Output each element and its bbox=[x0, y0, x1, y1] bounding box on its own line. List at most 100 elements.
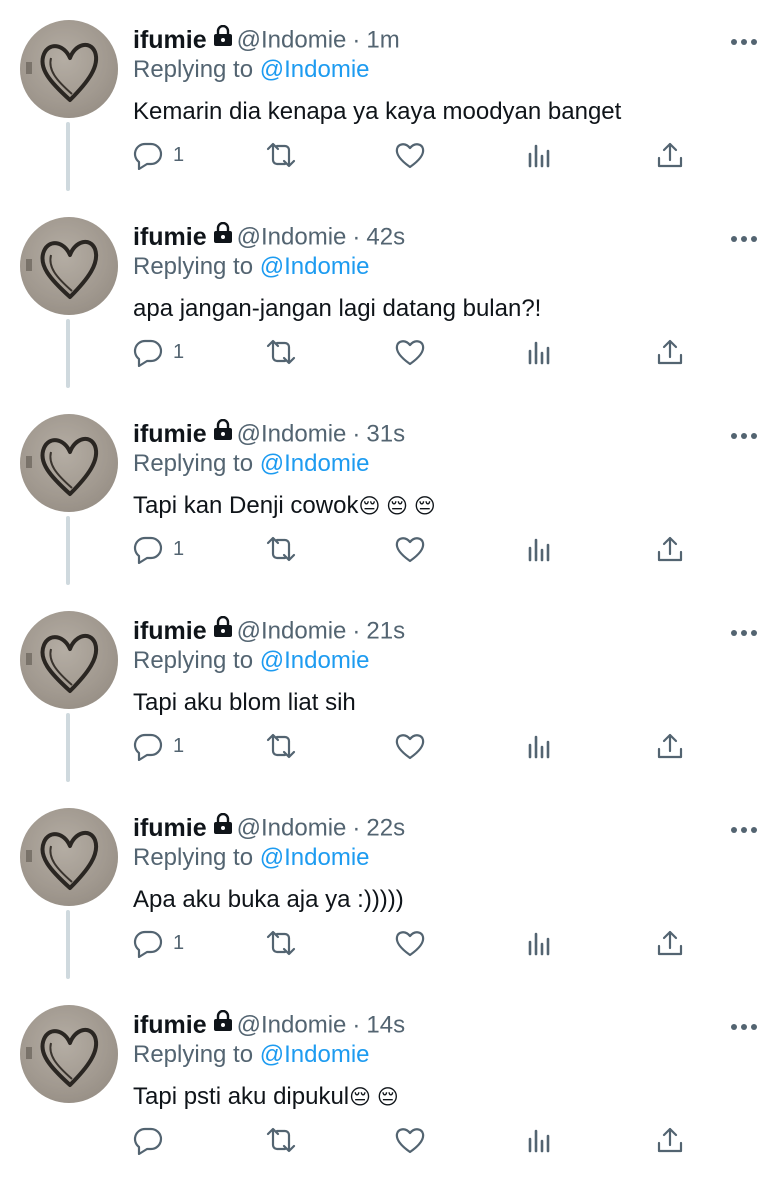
like-button[interactable] bbox=[394, 928, 426, 964]
replying-to: Replying to @Indomie bbox=[133, 844, 370, 872]
timestamp[interactable]: 22s bbox=[366, 815, 405, 842]
action-bar: 1 bbox=[0, 337, 784, 377]
retweet-icon bbox=[264, 534, 298, 564]
reply-button[interactable]: 1 bbox=[133, 928, 184, 964]
lock-icon bbox=[213, 221, 233, 249]
like-button[interactable] bbox=[394, 731, 426, 767]
replying-handle-link[interactable]: @Indomie bbox=[260, 450, 370, 477]
timestamp[interactable]: 31s bbox=[366, 421, 405, 448]
more-icon[interactable] bbox=[730, 231, 758, 242]
tweet-emoji: 😔 😔 😔 bbox=[358, 495, 436, 518]
analytics-button[interactable] bbox=[526, 1125, 554, 1161]
replying-handle-link[interactable]: @Indomie bbox=[260, 253, 370, 280]
replying-prefix: Replying to bbox=[133, 450, 260, 477]
username[interactable]: @Indomie bbox=[237, 815, 347, 842]
replying-to: Replying to @Indomie bbox=[133, 56, 370, 84]
replying-prefix: Replying to bbox=[133, 1041, 260, 1068]
username[interactable]: @Indomie bbox=[237, 1012, 347, 1039]
more-icon[interactable] bbox=[730, 1019, 758, 1030]
analytics-button[interactable] bbox=[526, 140, 554, 176]
retweet-icon bbox=[264, 140, 298, 170]
tweet[interactable]: ifumie @Indomie · 21s Replying to @Indomie … bbox=[0, 591, 784, 788]
retweet-button[interactable] bbox=[264, 140, 298, 176]
share-icon bbox=[656, 928, 684, 958]
replying-handle-link[interactable]: @Indomie bbox=[260, 647, 370, 674]
retweet-icon bbox=[264, 1125, 298, 1155]
share-icon bbox=[656, 731, 684, 761]
reply-icon bbox=[133, 534, 163, 564]
action-bar: 1 bbox=[0, 534, 784, 574]
reply-button[interactable]: 1 bbox=[133, 534, 184, 570]
username[interactable]: @Indomie bbox=[237, 421, 347, 448]
avatar[interactable] bbox=[20, 217, 118, 315]
share-button[interactable] bbox=[656, 1125, 684, 1161]
username[interactable]: @Indomie bbox=[237, 27, 347, 54]
tweet[interactable]: ifumie @Indomie · 14s Replying to @Indomie … bbox=[0, 985, 784, 1182]
avatar[interactable] bbox=[20, 20, 118, 118]
reply-count: 1 bbox=[173, 932, 185, 954]
reply-button[interactable]: 1 bbox=[133, 140, 184, 176]
retweet-button[interactable] bbox=[264, 534, 298, 570]
replying-handle-link[interactable]: @Indomie bbox=[260, 844, 370, 871]
separator-dot: · bbox=[352, 617, 361, 645]
avatar[interactable] bbox=[20, 611, 118, 709]
share-icon bbox=[656, 140, 684, 170]
reply-button[interactable] bbox=[133, 1125, 163, 1161]
like-icon bbox=[394, 337, 426, 367]
share-icon bbox=[656, 337, 684, 367]
display-name[interactable]: ifumie bbox=[133, 1011, 207, 1039]
like-button[interactable] bbox=[394, 337, 426, 373]
more-icon[interactable] bbox=[730, 625, 758, 636]
tweet-header: ifumie @Indomie · 21s bbox=[133, 615, 405, 647]
share-button[interactable] bbox=[656, 534, 684, 570]
reply-button[interactable]: 1 bbox=[133, 731, 184, 767]
avatar[interactable] bbox=[20, 414, 118, 512]
share-button[interactable] bbox=[656, 140, 684, 176]
tweet[interactable]: ifumie @Indomie · 1m Replying to @Indomie K… bbox=[0, 0, 784, 197]
timestamp[interactable]: 14s bbox=[366, 1012, 405, 1039]
tweet[interactable]: ifumie @Indomie · 31s Replying to @Indomie … bbox=[0, 394, 784, 591]
share-button[interactable] bbox=[656, 928, 684, 964]
action-bar: 1 bbox=[0, 140, 784, 180]
like-button[interactable] bbox=[394, 534, 426, 570]
replying-to: Replying to @Indomie bbox=[133, 647, 370, 675]
retweet-button[interactable] bbox=[264, 337, 298, 373]
like-button[interactable] bbox=[394, 140, 426, 176]
like-button[interactable] bbox=[394, 1125, 426, 1161]
retweet-button[interactable] bbox=[264, 731, 298, 767]
share-button[interactable] bbox=[656, 731, 684, 767]
reply-icon bbox=[133, 140, 163, 170]
analytics-button[interactable] bbox=[526, 337, 554, 373]
timestamp[interactable]: 1m bbox=[366, 27, 399, 54]
display-name[interactable]: ifumie bbox=[133, 420, 207, 448]
avatar[interactable] bbox=[20, 808, 118, 906]
analytics-button[interactable] bbox=[526, 928, 554, 964]
avatar[interactable] bbox=[20, 1005, 118, 1103]
tweet-body: Tapi aku blom liat sih bbox=[133, 689, 356, 716]
analytics-button[interactable] bbox=[526, 731, 554, 767]
display-name[interactable]: ifumie bbox=[133, 617, 207, 645]
lock-icon bbox=[213, 812, 233, 840]
display-name[interactable]: ifumie bbox=[133, 26, 207, 54]
retweet-button[interactable] bbox=[264, 928, 298, 964]
more-icon[interactable] bbox=[730, 822, 758, 833]
more-icon[interactable] bbox=[730, 34, 758, 45]
tweet[interactable]: ifumie @Indomie · 22s Replying to @Indomie … bbox=[0, 788, 784, 985]
share-button[interactable] bbox=[656, 337, 684, 373]
timestamp[interactable]: 21s bbox=[366, 618, 405, 645]
replying-handle-link[interactable]: @Indomie bbox=[260, 1041, 370, 1068]
retweet-button[interactable] bbox=[264, 1125, 298, 1161]
reply-button[interactable]: 1 bbox=[133, 337, 184, 373]
username[interactable]: @Indomie bbox=[237, 618, 347, 645]
replying-prefix: Replying to bbox=[133, 647, 260, 674]
more-icon[interactable] bbox=[730, 428, 758, 439]
display-name[interactable]: ifumie bbox=[133, 223, 207, 251]
tweet[interactable]: ifumie @Indomie · 42s Replying to @Indomie … bbox=[0, 197, 784, 394]
timestamp[interactable]: 42s bbox=[366, 224, 405, 251]
username[interactable]: @Indomie bbox=[237, 224, 347, 251]
display-name[interactable]: ifumie bbox=[133, 814, 207, 842]
action-bar: 1 bbox=[0, 928, 784, 968]
lock-icon bbox=[213, 615, 233, 643]
analytics-button[interactable] bbox=[526, 534, 554, 570]
replying-handle-link[interactable]: @Indomie bbox=[260, 56, 370, 83]
